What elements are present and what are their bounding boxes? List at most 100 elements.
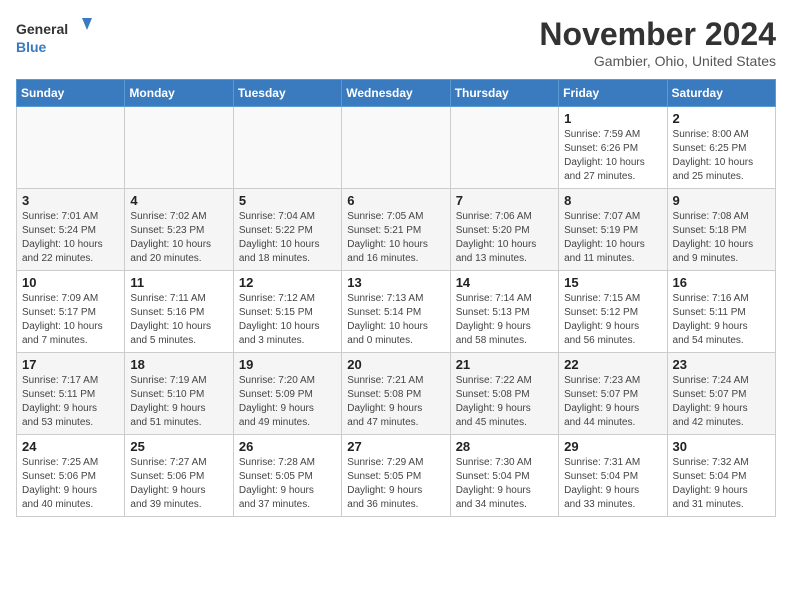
- day-info: Sunrise: 7:32 AM Sunset: 5:04 PM Dayligh…: [673, 456, 770, 512]
- day-cell: 1 Sunrise: 7:59 AM Sunset: 6:26 PM Daylig…: [559, 107, 667, 189]
- day-number: 29: [564, 439, 661, 454]
- day-info: Sunrise: 7:16 AM Sunset: 5:11 PM Dayligh…: [673, 292, 770, 348]
- day-cell: 28 Sunrise: 7:30 AM Sunset: 5:04 PM Dayli…: [450, 435, 558, 517]
- day-info: Sunrise: 7:05 AM Sunset: 5:21 PM Dayligh…: [347, 210, 444, 266]
- day-cell: 20 Sunrise: 7:21 AM Sunset: 5:08 PM Dayli…: [342, 353, 450, 435]
- day-info: Sunrise: 7:13 AM Sunset: 5:14 PM Dayligh…: [347, 292, 444, 348]
- day-info: Sunrise: 7:25 AM Sunset: 5:06 PM Dayligh…: [22, 456, 119, 512]
- weekday-header-sunday: Sunday: [17, 80, 125, 107]
- day-number: 28: [456, 439, 553, 454]
- day-number: 27: [347, 439, 444, 454]
- day-info: Sunrise: 7:08 AM Sunset: 5:18 PM Dayligh…: [673, 210, 770, 266]
- day-info: Sunrise: 7:23 AM Sunset: 5:07 PM Dayligh…: [564, 374, 661, 430]
- day-number: 20: [347, 357, 444, 372]
- day-number: 8: [564, 193, 661, 208]
- day-info: Sunrise: 7:28 AM Sunset: 5:05 PM Dayligh…: [239, 456, 336, 512]
- day-info: Sunrise: 7:30 AM Sunset: 5:04 PM Dayligh…: [456, 456, 553, 512]
- day-number: 5: [239, 193, 336, 208]
- weekday-header-wednesday: Wednesday: [342, 80, 450, 107]
- day-info: Sunrise: 7:59 AM Sunset: 6:26 PM Dayligh…: [564, 128, 661, 184]
- day-info: Sunrise: 7:27 AM Sunset: 5:06 PM Dayligh…: [130, 456, 227, 512]
- day-info: Sunrise: 7:02 AM Sunset: 5:23 PM Dayligh…: [130, 210, 227, 266]
- day-info: Sunrise: 7:11 AM Sunset: 5:16 PM Dayligh…: [130, 292, 227, 348]
- day-number: 2: [673, 111, 770, 126]
- day-cell: 7Sunrise: 7:06 AM Sunset: 5:20 PM Daylig…: [450, 189, 558, 271]
- day-cell: 15 Sunrise: 7:15 AM Sunset: 5:12 PM Dayli…: [559, 271, 667, 353]
- day-number: 3: [22, 193, 119, 208]
- day-info: Sunrise: 7:31 AM Sunset: 5:04 PM Dayligh…: [564, 456, 661, 512]
- week-row-1: 1 Sunrise: 7:59 AM Sunset: 6:26 PM Daylig…: [17, 107, 776, 189]
- day-cell: 9Sunrise: 7:08 AM Sunset: 5:18 PM Daylig…: [667, 189, 775, 271]
- day-number: 15: [564, 275, 661, 290]
- day-cell: [233, 107, 341, 189]
- day-info: Sunrise: 7:12 AM Sunset: 5:15 PM Dayligh…: [239, 292, 336, 348]
- day-info: Sunrise: 7:15 AM Sunset: 5:12 PM Dayligh…: [564, 292, 661, 348]
- day-info: Sunrise: 7:01 AM Sunset: 5:24 PM Dayligh…: [22, 210, 119, 266]
- week-row-2: 3 Sunrise: 7:01 AM Sunset: 5:24 PM Daylig…: [17, 189, 776, 271]
- day-cell: 3 Sunrise: 7:01 AM Sunset: 5:24 PM Daylig…: [17, 189, 125, 271]
- day-info: Sunrise: 7:19 AM Sunset: 5:10 PM Dayligh…: [130, 374, 227, 430]
- top-header: General Blue November 2024 Gambier, Ohio…: [16, 16, 776, 69]
- weekday-header-tuesday: Tuesday: [233, 80, 341, 107]
- day-number: 25: [130, 439, 227, 454]
- day-cell: 10 Sunrise: 7:09 AM Sunset: 5:17 PM Dayli…: [17, 271, 125, 353]
- day-number: 23: [673, 357, 770, 372]
- location-text: Gambier, Ohio, United States: [539, 53, 776, 69]
- svg-text:Blue: Blue: [16, 39, 47, 55]
- weekday-header-thursday: Thursday: [450, 80, 558, 107]
- day-number: 11: [130, 275, 227, 290]
- day-cell: 22 Sunrise: 7:23 AM Sunset: 5:07 PM Dayli…: [559, 353, 667, 435]
- day-info: Sunrise: 7:04 AM Sunset: 5:22 PM Dayligh…: [239, 210, 336, 266]
- day-info: Sunrise: 7:09 AM Sunset: 5:17 PM Dayligh…: [22, 292, 119, 348]
- day-info: Sunrise: 7:06 AM Sunset: 5:20 PM Dayligh…: [456, 210, 553, 266]
- day-cell: [17, 107, 125, 189]
- day-cell: [450, 107, 558, 189]
- day-cell: 6 Sunrise: 7:05 AM Sunset: 5:21 PM Daylig…: [342, 189, 450, 271]
- day-cell: 4Sunrise: 7:02 AM Sunset: 5:23 PM Daylig…: [125, 189, 233, 271]
- day-cell: 11 Sunrise: 7:11 AM Sunset: 5:16 PM Dayli…: [125, 271, 233, 353]
- day-number: 30: [673, 439, 770, 454]
- day-number: 19: [239, 357, 336, 372]
- calendar-table: SundayMondayTuesdayWednesdayThursdayFrid…: [16, 79, 776, 517]
- day-cell: 8 Sunrise: 7:07 AM Sunset: 5:19 PM Daylig…: [559, 189, 667, 271]
- logo-wrap: General Blue: [16, 16, 96, 60]
- day-cell: 26 Sunrise: 7:28 AM Sunset: 5:05 PM Dayli…: [233, 435, 341, 517]
- day-number: 13: [347, 275, 444, 290]
- day-info: Sunrise: 7:24 AM Sunset: 5:07 PM Dayligh…: [673, 374, 770, 430]
- day-cell: 19 Sunrise: 7:20 AM Sunset: 5:09 PM Dayli…: [233, 353, 341, 435]
- day-info: Sunrise: 7:07 AM Sunset: 5:19 PM Dayligh…: [564, 210, 661, 266]
- day-cell: 21 Sunrise: 7:22 AM Sunset: 5:08 PM Dayli…: [450, 353, 558, 435]
- week-row-4: 17Sunrise: 7:17 AM Sunset: 5:11 PM Dayli…: [17, 353, 776, 435]
- day-number: 6: [347, 193, 444, 208]
- day-cell: 25 Sunrise: 7:27 AM Sunset: 5:06 PM Dayli…: [125, 435, 233, 517]
- day-info: Sunrise: 7:21 AM Sunset: 5:08 PM Dayligh…: [347, 374, 444, 430]
- week-row-3: 10 Sunrise: 7:09 AM Sunset: 5:17 PM Dayli…: [17, 271, 776, 353]
- day-cell: [342, 107, 450, 189]
- day-cell: 13 Sunrise: 7:13 AM Sunset: 5:14 PM Dayli…: [342, 271, 450, 353]
- day-number: 1: [564, 111, 661, 126]
- weekday-header-monday: Monday: [125, 80, 233, 107]
- day-cell: 30 Sunrise: 7:32 AM Sunset: 5:04 PM Dayli…: [667, 435, 775, 517]
- month-year: November 2024: [539, 16, 776, 53]
- day-info: Sunrise: 7:20 AM Sunset: 5:09 PM Dayligh…: [239, 374, 336, 430]
- day-cell: 14 Sunrise: 7:14 AM Sunset: 5:13 PM Dayli…: [450, 271, 558, 353]
- day-number: 10: [22, 275, 119, 290]
- day-info: Sunrise: 7:17 AM Sunset: 5:11 PM Dayligh…: [22, 374, 119, 430]
- day-number: 22: [564, 357, 661, 372]
- day-cell: [125, 107, 233, 189]
- day-number: 21: [456, 357, 553, 372]
- day-info: Sunrise: 7:29 AM Sunset: 5:05 PM Dayligh…: [347, 456, 444, 512]
- svg-text:General: General: [16, 21, 68, 37]
- weekday-header-saturday: Saturday: [667, 80, 775, 107]
- day-number: 12: [239, 275, 336, 290]
- day-info: Sunrise: 7:22 AM Sunset: 5:08 PM Dayligh…: [456, 374, 553, 430]
- day-info: Sunrise: 7:14 AM Sunset: 5:13 PM Dayligh…: [456, 292, 553, 348]
- week-row-5: 24Sunrise: 7:25 AM Sunset: 5:06 PM Dayli…: [17, 435, 776, 517]
- weekday-header-friday: Friday: [559, 80, 667, 107]
- day-cell: 18Sunrise: 7:19 AM Sunset: 5:10 PM Dayli…: [125, 353, 233, 435]
- day-cell: 27 Sunrise: 7:29 AM Sunset: 5:05 PM Dayli…: [342, 435, 450, 517]
- day-cell: 24Sunrise: 7:25 AM Sunset: 5:06 PM Dayli…: [17, 435, 125, 517]
- logo-svg: General Blue: [16, 16, 96, 60]
- day-number: 14: [456, 275, 553, 290]
- day-number: 26: [239, 439, 336, 454]
